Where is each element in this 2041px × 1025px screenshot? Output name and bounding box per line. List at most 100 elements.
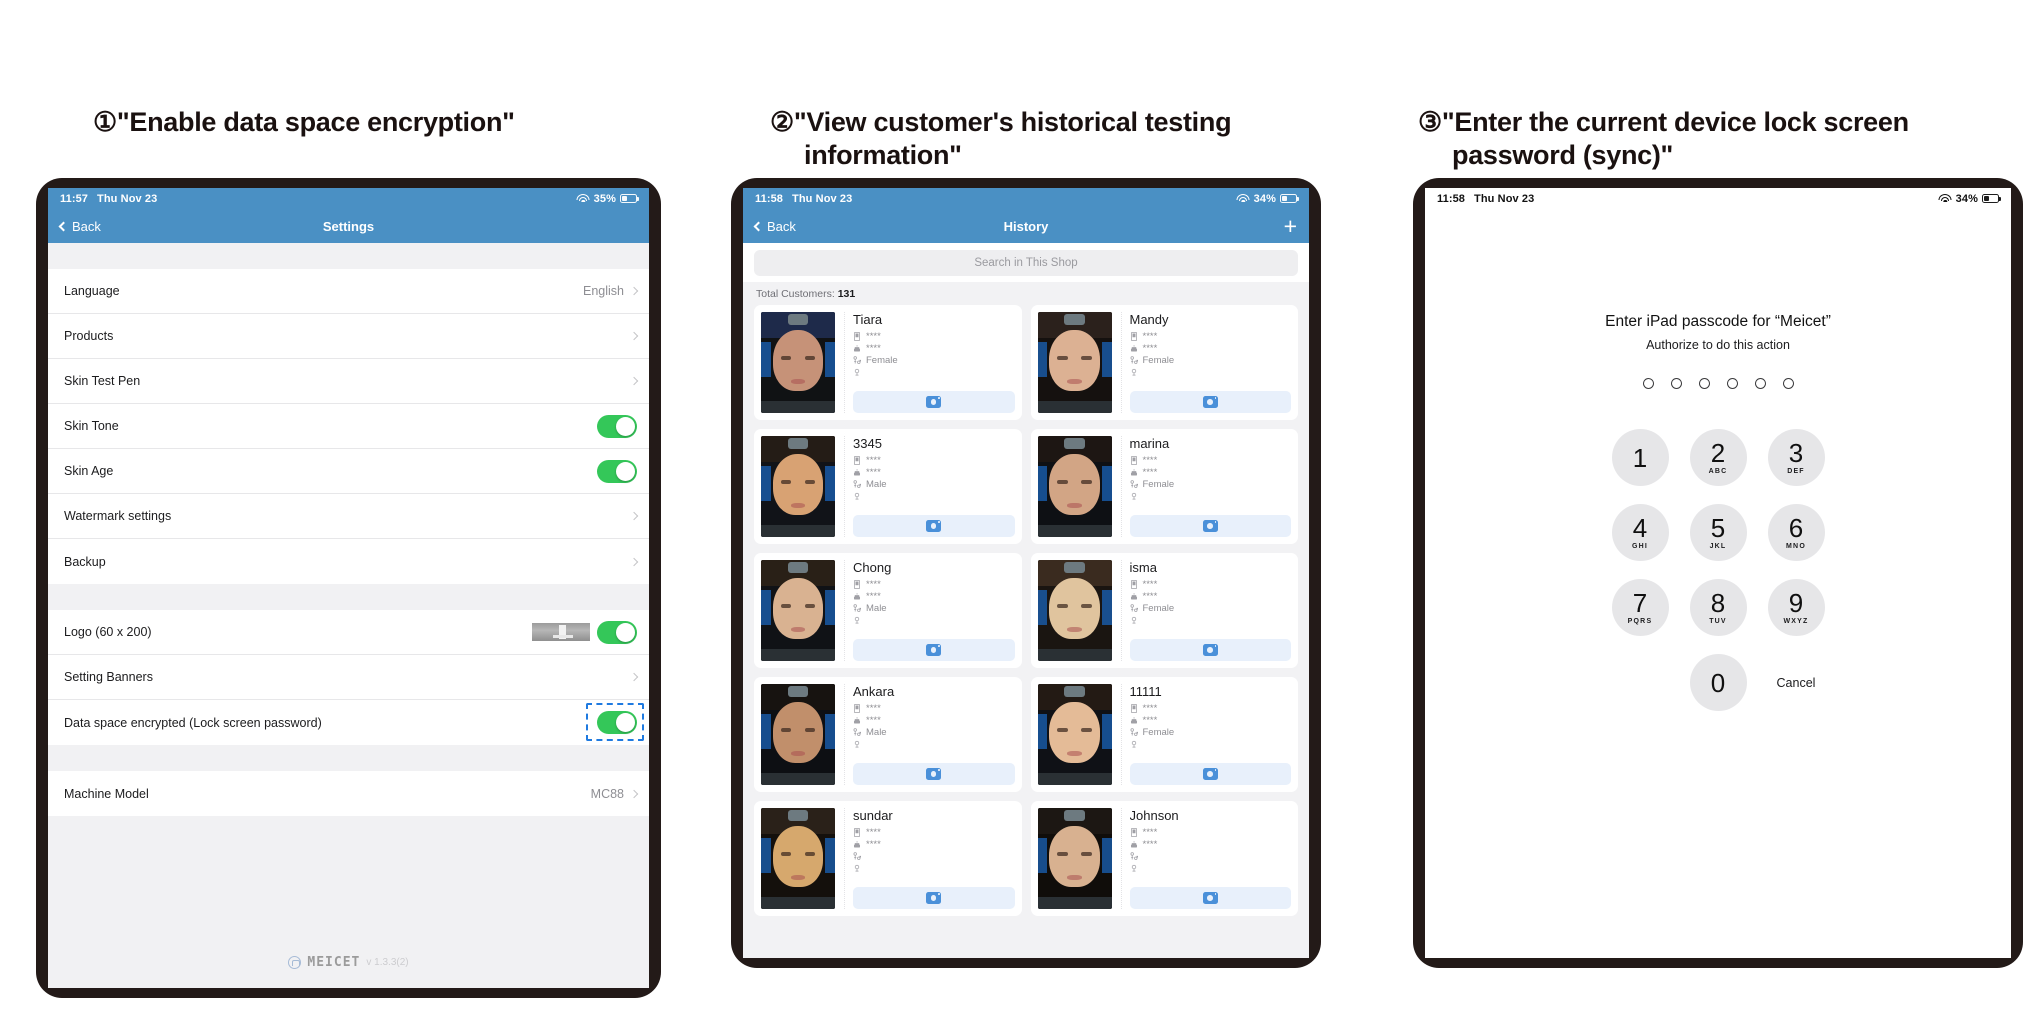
settings-row-products[interactable]: Products (48, 314, 649, 359)
keypad-key-6[interactable]: 6 MNO (1767, 504, 1825, 561)
take-photo-button[interactable] (853, 887, 1015, 909)
keypad-key-9[interactable]: 9 WXYZ (1767, 579, 1825, 636)
phone-icon (854, 703, 860, 713)
gender-icon (853, 479, 861, 488)
add-customer-button[interactable]: + (1284, 214, 1297, 238)
passcode-dot (1642, 378, 1654, 389)
settings-row-skin-tone[interactable]: Skin Tone (48, 404, 649, 449)
settings-row-skin-test-pen[interactable]: Skin Test Pen (48, 359, 649, 404)
customer-gender-row: Female (1130, 354, 1292, 366)
keypad-key-2[interactable]: 2 ABC (1689, 429, 1747, 486)
status-date: Thu Nov 23 (792, 192, 853, 205)
take-photo-button[interactable] (853, 639, 1015, 661)
wifi-icon (1236, 193, 1250, 204)
customer-card[interactable]: Ankara **** **** Male (754, 677, 1022, 792)
gender-icon (853, 603, 861, 612)
row-accessory (629, 331, 639, 341)
caption-2-line2: information" (804, 139, 962, 170)
customer-card[interactable]: Chong **** **** Male (754, 553, 1022, 668)
customer-card[interactable]: isma **** **** Female (1030, 553, 1298, 668)
take-photo-button[interactable] (853, 515, 1015, 537)
customer-card[interactable]: Tiara **** **** Female (754, 305, 1022, 420)
logo-toggle[interactable] (597, 620, 637, 644)
row-label: Products (64, 329, 114, 343)
wifi-icon (576, 193, 590, 204)
data-space-encrypted-toggle[interactable] (597, 711, 637, 734)
caption-step-3: ③"Enter the current device lock screen p… (1418, 106, 2028, 172)
take-photo-button[interactable] (1129, 391, 1291, 413)
customer-gender: Female (1142, 602, 1175, 614)
keypad-key-3[interactable]: 3 DEF (1767, 429, 1825, 486)
customer-birthday: **** (1142, 590, 1158, 602)
row-label: Skin Test Pen (64, 374, 141, 388)
settings-row-machine-model[interactable]: Machine Model MC88 (48, 771, 649, 816)
settings-row-data-space-encrypted[interactable]: Data space encrypted (Lock screen passwo… (48, 700, 649, 745)
customer-card[interactable]: Johnson **** **** (1030, 801, 1298, 916)
take-photo-button[interactable] (1129, 639, 1291, 661)
settings-row-backup[interactable]: Backup (48, 539, 649, 584)
settings-group-device: Machine Model MC88 (48, 771, 649, 816)
settings-row-logo[interactable]: Logo (60 x 200) (48, 610, 649, 655)
back-button[interactable]: Back (753, 218, 796, 234)
key-letters: GHI (1631, 543, 1649, 550)
cancel-button[interactable]: Cancel (1768, 654, 1825, 711)
customer-card[interactable]: sundar **** **** (754, 801, 1022, 916)
customer-card[interactable]: Mandy **** **** Female (1030, 305, 1298, 420)
customer-info: sundar **** **** (844, 808, 1015, 909)
search-container: Search in This Shop (743, 243, 1309, 282)
row-label: Data space encrypted (Lock screen passwo… (64, 715, 322, 730)
key-number: 6 (1788, 513, 1804, 543)
key-letters: TUV (1709, 618, 1727, 625)
settings-row-setting-banners[interactable]: Setting Banners (48, 655, 649, 700)
keypad-key-5[interactable]: 5 JKL (1689, 504, 1747, 561)
location-icon (854, 864, 860, 871)
chevron-right-icon (629, 331, 639, 341)
row-value: English (583, 284, 624, 298)
back-label: Back (767, 218, 796, 234)
settings-group-general: Language English Products Skin Test Pen (48, 269, 649, 584)
customer-name: Ankara (853, 684, 895, 699)
status-date: Thu Nov 23 (97, 192, 158, 205)
customer-phone: **** (866, 330, 881, 342)
chevron-left-icon (753, 221, 764, 231)
customer-birthday-row: **** (1130, 466, 1292, 478)
keypad-key-8[interactable]: 8 TUV (1689, 579, 1747, 636)
settings-row-watermark-settings[interactable]: Watermark settings (48, 494, 649, 539)
skin-tone-toggle[interactable] (597, 414, 637, 438)
camera-icon (1202, 396, 1218, 408)
take-photo-button[interactable] (1129, 763, 1291, 785)
settings-row-language[interactable]: Language English (48, 269, 649, 314)
search-input[interactable]: Search in This Shop (754, 250, 1298, 276)
customer-phone-row: **** (853, 578, 1015, 590)
phone-icon (854, 455, 860, 465)
customer-card[interactable]: marina **** **** Female (1030, 429, 1298, 544)
keypad-key-7[interactable]: 7 PQRS (1611, 579, 1669, 636)
take-photo-button[interactable] (853, 763, 1015, 785)
take-photo-button[interactable] (1129, 515, 1291, 537)
location-icon (1131, 740, 1136, 747)
keypad-key-0[interactable]: 0 (1689, 654, 1747, 711)
take-photo-button[interactable] (853, 391, 1015, 413)
page-title: History (1003, 218, 1049, 234)
back-label: Back (72, 218, 101, 234)
total-customers-label: Total Customers: 131 (743, 282, 1309, 305)
customer-card[interactable]: 3345 **** **** Male (754, 429, 1022, 544)
keypad-key-4[interactable]: 4 GHI (1611, 504, 1669, 561)
take-photo-button[interactable] (1129, 887, 1291, 909)
skin-age-toggle[interactable] (597, 459, 637, 483)
location-icon (1131, 864, 1136, 871)
key-number: 2 (1710, 438, 1726, 468)
customer-phone-row: **** (1130, 702, 1292, 714)
customer-card-grid: Tiara **** **** Female Mandy **** **** F… (743, 305, 1309, 916)
passcode-title: Enter iPad passcode for “Meicet” (1605, 313, 1831, 330)
caption-1-title: "Enable data space encryption" (116, 107, 515, 137)
customer-name: 3345 (853, 436, 882, 451)
customer-name: Tiara (853, 312, 883, 327)
customer-card[interactable]: 11111 **** **** Female (1030, 677, 1298, 792)
settings-row-skin-age[interactable]: Skin Age (48, 449, 649, 494)
key-number: 7 (1632, 588, 1648, 618)
back-button[interactable]: Back (58, 218, 101, 234)
customer-gender-row (853, 850, 1015, 862)
ipad-device-passcode: 11:58 Thu Nov 23 34% Enter iPad passcode… (1413, 178, 2023, 968)
keypad-key-1[interactable]: 1 (1611, 429, 1669, 486)
